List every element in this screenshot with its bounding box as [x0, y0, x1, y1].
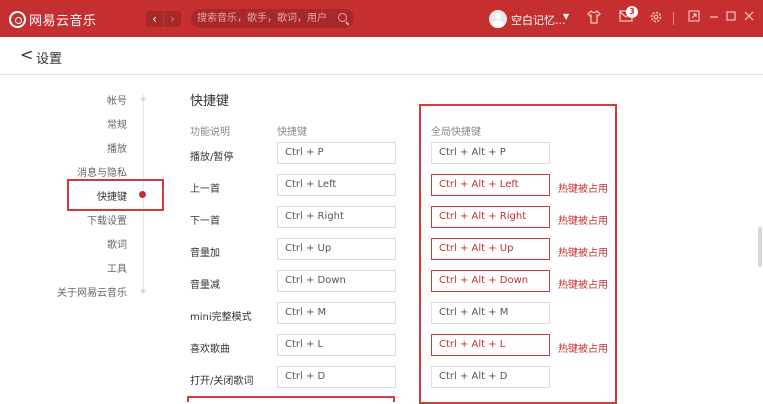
shortcut-key-field[interactable]: Ctrl + M [277, 302, 396, 324]
highlight-box-global-shortcuts [419, 104, 617, 404]
sidebar-item-playback[interactable]: 播放 [107, 140, 127, 155]
shortcut-label: 上一首 [190, 184, 220, 195]
forward-icon[interactable]: › [164, 11, 181, 27]
highlight-box-partial [187, 396, 395, 402]
shortcut-key-field[interactable]: Ctrl + Down [277, 270, 396, 292]
minimize-icon[interactable] [706, 10, 722, 26]
sidebar-item-about[interactable]: 关于网易云音乐 [57, 284, 127, 299]
sidebar-item-lyrics[interactable]: 歌词 [107, 236, 127, 251]
avatar[interactable] [489, 10, 507, 28]
shortcut-label: 音量加 [190, 248, 220, 259]
shortcut-key-field[interactable]: Ctrl + L [277, 334, 396, 356]
column-header-function: 功能说明 [190, 127, 230, 138]
shortcut-label: 播放/暂停 [190, 152, 234, 163]
page-title: 设置 [36, 52, 63, 67]
gear-icon[interactable] [648, 10, 664, 26]
shortcut-label: 音量减 [190, 280, 220, 291]
shortcut-key-field[interactable]: Ctrl + Left [277, 174, 396, 196]
maximize-icon[interactable] [723, 10, 739, 26]
search-icon[interactable] [338, 13, 347, 22]
section-title: 快捷键 [190, 94, 230, 109]
sidebar-item-account[interactable]: 帐号 [107, 92, 127, 107]
back-icon[interactable]: ‹ [146, 11, 163, 27]
app-logo[interactable]: 网易云音乐 [9, 9, 97, 29]
sidebar-item-download[interactable]: 下载设置 [87, 212, 127, 227]
shortcut-label: 喜欢歌曲 [190, 344, 230, 355]
shortcut-key-field[interactable]: Ctrl + D [277, 366, 396, 388]
shortcut-label: 打开/关闭歌词 [190, 376, 254, 387]
shortcut-label: mini完整模式 [190, 312, 252, 323]
caret-down-icon[interactable]: ▼ [563, 12, 569, 21]
shortcut-label: 下一首 [190, 216, 220, 227]
tshirt-icon[interactable] [586, 9, 602, 26]
highlight-box-sidebar [67, 179, 164, 211]
shortcut-key-field[interactable]: Ctrl + P [277, 142, 396, 164]
sidebar-dot [141, 289, 145, 293]
message-count-badge: 3 [626, 6, 638, 18]
search-input[interactable] [197, 10, 332, 27]
title-bar: 网易云音乐 ‹ › 空白记忆... ▼ 3 [0, 0, 763, 37]
shortcut-key-field[interactable]: Ctrl + Up [277, 238, 396, 260]
sidebar-item-tools[interactable]: 工具 [107, 260, 127, 275]
sidebar-dot [141, 97, 145, 101]
sidebar-item-privacy[interactable]: 消息与隐私 [77, 164, 127, 179]
shortcut-key-field[interactable]: Ctrl + Right [277, 206, 396, 228]
back-chevron-icon[interactable]: < [20, 47, 33, 63]
column-header-shortcut: 快捷键 [277, 127, 307, 138]
settings-header: < 设置 [0, 37, 763, 75]
scrollbar-thumb[interactable] [758, 227, 762, 267]
titlebar-divider [673, 12, 674, 25]
close-icon[interactable] [741, 10, 757, 26]
app-title: 网易云音乐 [29, 13, 97, 29]
sidebar-item-general[interactable]: 常规 [107, 116, 127, 131]
username[interactable]: 空白记忆... [511, 12, 566, 28]
search-box[interactable] [191, 9, 354, 28]
mini-mode-icon[interactable] [686, 10, 702, 26]
netease-music-icon [9, 10, 26, 28]
